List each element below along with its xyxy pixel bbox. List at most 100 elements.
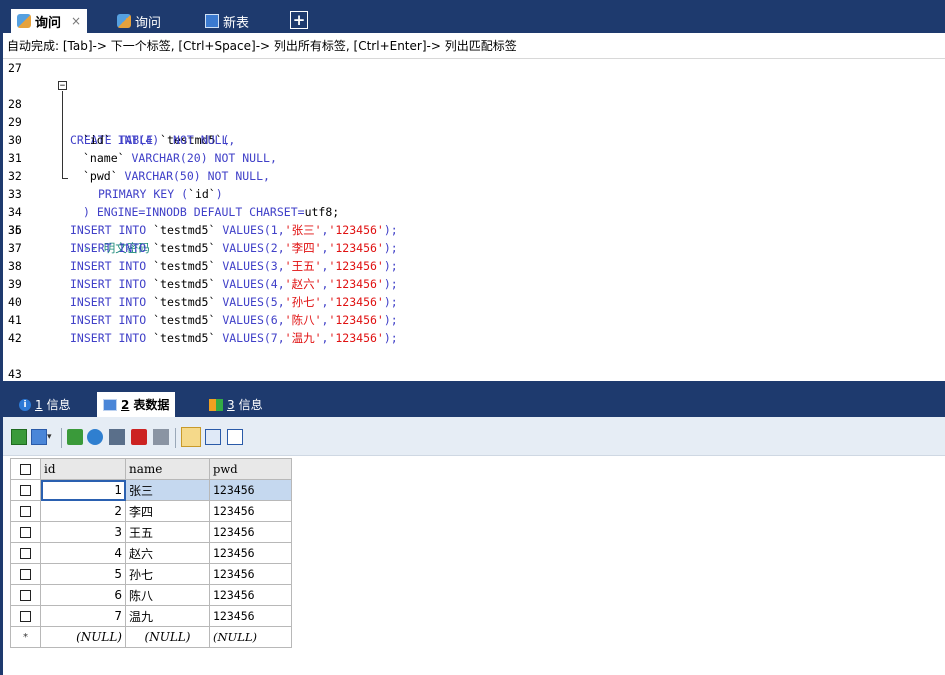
code-line: 37 INSERT INTO `testmd5` VALUES(2,'李四','1… xyxy=(3,239,945,257)
tab-new-table[interactable]: 新表 xyxy=(199,9,255,33)
tab-number: 3 xyxy=(227,397,235,412)
table-row[interactable]: 6 陈八 123456 xyxy=(10,584,292,606)
cell-pwd[interactable]: 123456 xyxy=(209,500,292,522)
tab-query[interactable]: 询问 xyxy=(111,9,167,33)
line-number: 41 xyxy=(8,313,22,327)
cell-id[interactable]: 4 xyxy=(40,542,126,564)
cancel-changes-icon[interactable] xyxy=(153,429,169,445)
cell-null-pwd[interactable]: (NULL) xyxy=(209,626,292,648)
code-line: 39 INSERT INTO `testmd5` VALUES(4,'赵六','1… xyxy=(3,275,945,293)
table-icon xyxy=(205,14,219,28)
cell-null-id[interactable]: (NULL) xyxy=(40,626,126,648)
sql-punct: ); xyxy=(383,241,398,255)
cell-name[interactable]: 王五 xyxy=(125,521,210,543)
cell-null-name[interactable]: (NULL) xyxy=(125,626,210,648)
add-tab-button[interactable]: + xyxy=(290,11,308,29)
sql-editor[interactable]: 27 28 − CREATE TABLE `testmd5`( 29 `id` … xyxy=(3,59,945,381)
sql-string: '孙七' xyxy=(284,295,322,309)
cell-pwd[interactable]: 123456 xyxy=(209,605,292,627)
tab-label: 新表 xyxy=(223,15,250,31)
cell-pwd[interactable]: 123456 xyxy=(209,584,292,606)
tab-number: 1 xyxy=(35,397,43,412)
sql-identifier: `testmd5` xyxy=(153,241,216,255)
column-header-pwd[interactable]: pwd xyxy=(209,458,292,480)
row-checkbox[interactable] xyxy=(10,521,41,543)
cell-id[interactable]: 5 xyxy=(40,563,126,585)
cell-name[interactable]: 李四 xyxy=(125,500,210,522)
cell-id[interactable]: 7 xyxy=(40,605,126,627)
sql-string: '陈八' xyxy=(284,313,322,327)
toolbar-separator xyxy=(61,428,62,448)
sql-keyword: INSERT INTO xyxy=(70,331,154,345)
line-number: 37 xyxy=(8,241,22,255)
insert-row-icon[interactable] xyxy=(11,429,27,445)
add-icon[interactable] xyxy=(67,429,83,445)
grid-view-icon[interactable] xyxy=(181,427,201,447)
delete-icon[interactable] xyxy=(131,429,147,445)
code-line: 36 INSERT INTO `testmd5` VALUES(1,'张三','1… xyxy=(3,221,945,239)
cell-id[interactable]: 6 xyxy=(40,584,126,606)
save-icon[interactable] xyxy=(109,429,125,445)
sql-identifier: `testmd5` xyxy=(153,223,216,237)
cell-pwd[interactable]: 123456 xyxy=(209,479,292,501)
code-line: 43 xyxy=(3,347,945,381)
sql-string: '123456' xyxy=(328,277,384,291)
table-row[interactable]: 2 李四 123456 xyxy=(10,500,292,522)
new-row[interactable]: * (NULL) (NULL) (NULL) xyxy=(10,626,292,648)
sql-punct: ); xyxy=(383,313,398,327)
sql-string: '123456' xyxy=(328,331,384,345)
cell-pwd[interactable]: 123456 xyxy=(209,521,292,543)
cell-name[interactable]: 赵六 xyxy=(125,542,210,564)
grid-toolbar: ▾ xyxy=(3,417,945,456)
cell-name[interactable]: 陈八 xyxy=(125,584,210,606)
line-number: 27 xyxy=(8,61,22,75)
fold-toggle-icon[interactable]: − xyxy=(58,81,67,91)
row-checkbox[interactable] xyxy=(10,479,41,501)
close-tab-icon[interactable]: × xyxy=(71,14,81,28)
refresh-icon[interactable] xyxy=(87,429,103,445)
checkbox-icon xyxy=(20,527,31,538)
info-icon: i xyxy=(19,398,31,411)
cell-id[interactable]: 3 xyxy=(40,521,126,543)
cell-id[interactable]: 2 xyxy=(40,500,126,522)
dropdown-arrow-icon[interactable]: ▾ xyxy=(47,429,55,445)
sql-keyword: INSERT INTO xyxy=(70,241,154,255)
cell-pwd[interactable]: 123456 xyxy=(209,563,292,585)
table-row[interactable]: 5 孙七 123456 xyxy=(10,563,292,585)
tab-label: 询问 xyxy=(135,15,162,31)
checkbox-icon xyxy=(20,590,31,601)
tab-table-data[interactable]: 2 表数据 xyxy=(97,392,176,417)
code-line: 34 xyxy=(3,185,945,219)
cell-id[interactable]: 1 xyxy=(40,479,126,501)
cell-name[interactable]: 孙七 xyxy=(125,563,210,585)
tab-query-active[interactable]: 询问 × xyxy=(11,9,88,33)
row-checkbox[interactable] xyxy=(10,563,41,585)
sql-punct: ); xyxy=(383,277,398,291)
table-row[interactable]: 7 温九 123456 xyxy=(10,605,292,627)
cell-name[interactable]: 张三 xyxy=(125,479,210,501)
row-checkbox[interactable] xyxy=(10,500,41,522)
sql-keyword: VALUES(2, xyxy=(215,241,285,255)
row-checkbox[interactable] xyxy=(10,584,41,606)
table-row[interactable]: 1 张三 123456 xyxy=(10,479,292,501)
row-checkbox[interactable] xyxy=(10,542,41,564)
column-header-id[interactable]: id xyxy=(40,458,126,480)
sql-identifier: `testmd5` xyxy=(153,295,216,309)
code-line: 31 `pwd` VARCHAR(50) NOT NULL, xyxy=(3,131,945,183)
cell-pwd[interactable]: 123456 xyxy=(209,542,292,564)
duplicate-row-icon[interactable] xyxy=(31,429,47,445)
result-grid: id name pwd 1 张三 123456 2 李四 123456 3 王五 123456 4… xyxy=(10,458,292,648)
table-row[interactable]: 3 王五 123456 xyxy=(10,521,292,543)
sql-string: '王五' xyxy=(284,259,322,273)
select-all-checkbox[interactable] xyxy=(10,458,41,480)
code-line: 28 − CREATE TABLE `testmd5`( xyxy=(3,77,945,147)
query-tab-bar: 询问 × 询问 新表 + xyxy=(3,0,945,33)
text-view-icon[interactable] xyxy=(227,429,243,445)
tab-info-3[interactable]: 3 信息 xyxy=(203,392,269,417)
cell-name[interactable]: 温九 xyxy=(125,605,210,627)
row-checkbox[interactable] xyxy=(10,605,41,627)
tab-info-1[interactable]: i 1 信息 xyxy=(13,392,77,417)
column-header-name[interactable]: name xyxy=(125,458,210,480)
table-row[interactable]: 4 赵六 123456 xyxy=(10,542,292,564)
form-view-icon[interactable] xyxy=(205,429,221,445)
